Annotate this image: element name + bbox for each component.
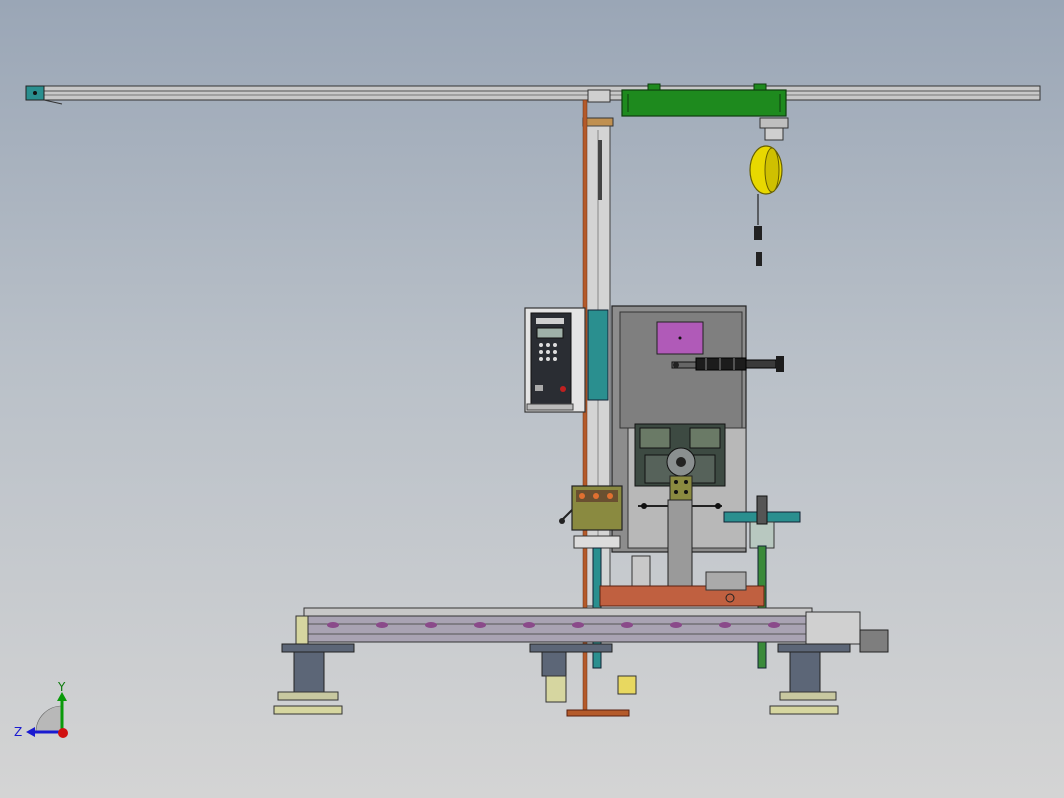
z-axis-label: Z xyxy=(14,725,22,739)
overhead-rail xyxy=(25,85,1041,105)
base-foot-right xyxy=(769,643,851,715)
assembly-drawing[interactable]: Y Z xyxy=(0,0,1064,798)
spring-balancer xyxy=(749,117,789,266)
xyz-axis-triad-icon: Y Z xyxy=(14,680,68,739)
control-panel xyxy=(524,307,586,413)
cad-viewport[interactable]: Y Z xyxy=(0,0,1064,798)
base-foot-left xyxy=(273,643,355,715)
y-axis-label: Y xyxy=(57,680,66,694)
olive-actuator-box xyxy=(559,485,623,549)
